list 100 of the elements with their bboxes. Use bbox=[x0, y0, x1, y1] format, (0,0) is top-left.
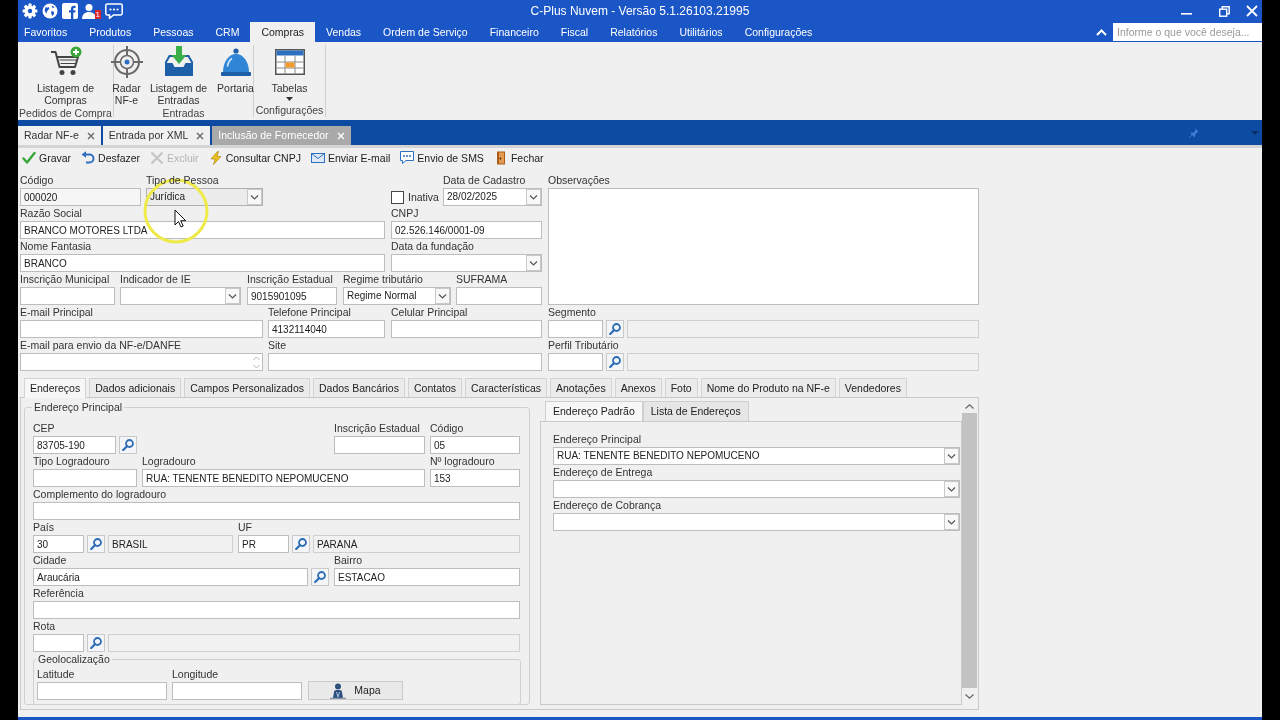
text-field[interactable]: RUA: TENENTE BENEDITO NEPOMUCENO bbox=[142, 469, 425, 487]
pin-icon[interactable] bbox=[1189, 127, 1199, 138]
text-area[interactable] bbox=[20, 353, 263, 371]
toolbar-button[interactable]: Gravar bbox=[21, 151, 73, 165]
menu-tab[interactable]: Relatórios bbox=[599, 22, 669, 42]
text-area[interactable] bbox=[548, 188, 979, 305]
tab[interactable]: Anexos bbox=[614, 378, 662, 397]
toolbar-button[interactable]: Consultar CNPJ bbox=[207, 151, 302, 165]
map-button[interactable]: Mapa bbox=[308, 681, 403, 700]
search-button[interactable] bbox=[311, 568, 329, 586]
dropdown-field[interactable]: RUA: TENENTE BENEDITO NEPOMUCENO bbox=[553, 447, 960, 465]
text-field[interactable]: 000020 bbox=[20, 188, 141, 206]
menu-tab[interactable]: Ordem de Serviço bbox=[372, 22, 479, 42]
dropdown-field[interactable] bbox=[391, 254, 542, 272]
menu-tab[interactable]: Financeiro bbox=[478, 22, 550, 42]
menu-tab[interactable]: Produtos bbox=[78, 22, 143, 42]
text-field[interactable]: BRANCO MOTORES LTDA bbox=[20, 221, 385, 239]
search-button[interactable] bbox=[606, 320, 624, 338]
tab[interactable]: Endereço Padrão bbox=[545, 401, 643, 421]
text-field[interactable]: ESTACAO bbox=[334, 568, 520, 586]
text-field[interactable] bbox=[548, 320, 603, 338]
text-field[interactable] bbox=[33, 502, 520, 520]
text-field[interactable] bbox=[20, 287, 115, 305]
chat-icon[interactable] bbox=[105, 3, 123, 19]
dropdown-field[interactable] bbox=[120, 287, 241, 305]
tab[interactable]: Lista de Endereços bbox=[642, 401, 749, 421]
tab[interactable]: Dados Bancários bbox=[313, 378, 405, 397]
close-icon[interactable] bbox=[86, 131, 95, 140]
toolbar-button[interactable]: Desfazer bbox=[80, 151, 142, 165]
dropdown-field[interactable]: Regime Normal bbox=[343, 287, 451, 305]
tab[interactable]: Foto bbox=[664, 378, 698, 397]
tab[interactable]: Endereços bbox=[24, 378, 87, 398]
menu-tab[interactable]: Vendas bbox=[315, 22, 373, 42]
ribbon-button[interactable]: Listagem de Entradas bbox=[147, 45, 210, 107]
gear-icon[interactable] bbox=[22, 3, 38, 19]
search-button[interactable] bbox=[87, 634, 105, 652]
dropdown-field[interactable] bbox=[553, 480, 960, 498]
text-field[interactable] bbox=[627, 320, 979, 338]
tab[interactable]: Vendedores bbox=[838, 378, 907, 397]
text-field[interactable] bbox=[456, 287, 542, 305]
text-field[interactable]: 83705-190 bbox=[33, 436, 116, 454]
chevron-down-icon[interactable] bbox=[965, 694, 974, 699]
globe-icon[interactable] bbox=[42, 3, 58, 19]
document-tab[interactable]: Radar NF-e bbox=[18, 126, 101, 145]
text-field[interactable] bbox=[334, 436, 425, 454]
tab[interactable]: Características bbox=[465, 378, 547, 397]
tab[interactable]: Nome do Produto na NF-e bbox=[700, 378, 836, 397]
menu-tab[interactable]: Fiscal bbox=[549, 22, 600, 42]
dropdown-field[interactable]: Jurídica bbox=[146, 188, 263, 206]
search-button[interactable] bbox=[119, 436, 137, 454]
text-field[interactable] bbox=[37, 682, 167, 700]
text-field[interactable]: 05 bbox=[430, 436, 520, 454]
text-field[interactable] bbox=[627, 353, 979, 371]
user-icon[interactable] bbox=[82, 3, 96, 19]
search-field[interactable]: Informe o que você deseja... bbox=[1113, 23, 1262, 41]
toolbar-button[interactable]: Enviar E-mail bbox=[309, 151, 392, 165]
tab[interactable]: Dados adicionais bbox=[89, 378, 182, 397]
menu-tab[interactable]: Favoritos bbox=[18, 22, 79, 42]
ribbon-button[interactable]: Portaria bbox=[213, 45, 258, 95]
close-icon[interactable] bbox=[196, 131, 205, 140]
text-field[interactable] bbox=[33, 469, 137, 487]
restore-icon[interactable] bbox=[1219, 5, 1230, 17]
menu-tab[interactable]: CRM bbox=[204, 22, 251, 42]
tab[interactable]: Anotações bbox=[550, 378, 612, 397]
ribbon-button[interactable]: Listagem de Compras bbox=[32, 45, 99, 107]
search-button[interactable] bbox=[292, 535, 310, 553]
text-field[interactable] bbox=[20, 320, 263, 338]
text-field[interactable]: 30 bbox=[33, 535, 84, 553]
text-field[interactable] bbox=[391, 320, 542, 338]
ribbon-button[interactable]: Tabelas bbox=[263, 45, 316, 102]
tab[interactable]: Contatos bbox=[407, 378, 462, 397]
text-field[interactable]: Araucária bbox=[33, 568, 308, 586]
text-field[interactable]: 02.526.146/0001-09 bbox=[391, 221, 542, 239]
toolbar-button[interactable]: Fechar bbox=[492, 151, 545, 165]
text-field[interactable] bbox=[33, 634, 84, 652]
text-field[interactable]: 4132114040 bbox=[268, 320, 385, 338]
menu-tab[interactable]: Utilitários bbox=[668, 22, 734, 42]
chevron-up-icon[interactable] bbox=[965, 404, 974, 409]
search-button[interactable] bbox=[87, 535, 105, 553]
text-field[interactable]: BRANCO bbox=[20, 254, 385, 272]
text-field[interactable] bbox=[108, 634, 520, 652]
text-field[interactable] bbox=[172, 682, 302, 700]
text-field[interactable] bbox=[268, 353, 542, 371]
text-field[interactable]: 9015901095 bbox=[247, 287, 337, 305]
text-field[interactable] bbox=[548, 353, 603, 371]
checkbox[interactable] bbox=[391, 190, 404, 204]
tab[interactable]: Campos Personalizados bbox=[184, 378, 310, 397]
menu-tab[interactable]: Configurações bbox=[733, 22, 824, 42]
menu-tab[interactable]: Pessoas bbox=[142, 22, 205, 42]
ribbon-button[interactable]: Radar NF-e bbox=[109, 45, 144, 107]
toolbar-button[interactable]: Envio de SMS bbox=[399, 151, 485, 165]
facebook-icon[interactable] bbox=[62, 3, 78, 19]
text-field[interactable]: PARANÁ bbox=[313, 535, 520, 553]
text-field[interactable]: 153 bbox=[430, 469, 520, 487]
caret-down-icon[interactable] bbox=[1251, 130, 1259, 135]
text-field[interactable] bbox=[33, 601, 520, 619]
dropdown-field[interactable]: 28/02/2025 bbox=[443, 188, 542, 206]
text-field[interactable]: PR bbox=[238, 535, 289, 553]
document-tab[interactable]: Entrada por XML bbox=[102, 126, 211, 145]
dropdown-field[interactable] bbox=[553, 513, 960, 531]
